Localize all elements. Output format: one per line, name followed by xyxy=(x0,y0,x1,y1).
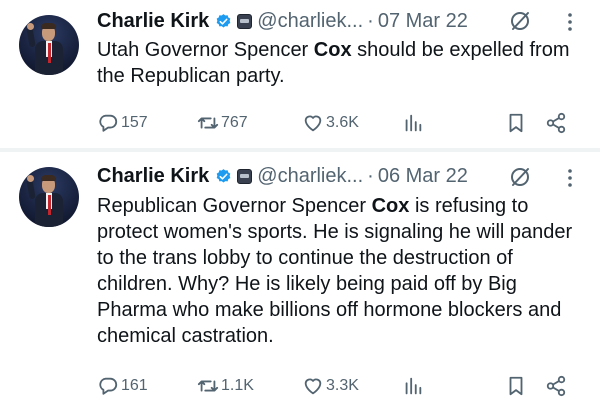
affiliate-badge-icon xyxy=(237,13,253,29)
verified-badge-icon xyxy=(216,168,231,183)
verified-badge-icon xyxy=(216,13,231,28)
share-icon xyxy=(546,375,566,397)
share-button[interactable] xyxy=(545,110,567,136)
views-button[interactable] xyxy=(402,110,424,136)
retweet-count: 1.1K xyxy=(221,377,254,394)
author-name[interactable]: Charlie Kirk xyxy=(97,165,209,188)
views-icon xyxy=(405,114,422,132)
like-icon xyxy=(304,378,322,395)
reply-icon xyxy=(99,114,118,132)
author-name[interactable]: Charlie Kirk xyxy=(97,10,209,33)
tweet[interactable]: Charlie Kirk @charliek... · 07 Mar 22 Ut… xyxy=(0,0,600,148)
tweet-date[interactable]: 07 Mar 22 xyxy=(378,10,468,33)
reply-count: 157 xyxy=(121,114,148,131)
separator: · xyxy=(367,9,374,32)
text-segment: Republican Governor Spencer xyxy=(97,195,372,217)
action-bar: 157 767 3.6K xyxy=(97,110,577,136)
author-handle[interactable]: @charliek... xyxy=(257,10,363,33)
tweet-text: Republican Governor Spencer Cox is refus… xyxy=(97,193,577,349)
avatar[interactable] xyxy=(19,15,79,75)
reply-button[interactable]: 157 xyxy=(97,110,148,136)
text-segment: Utah Governor Spencer xyxy=(97,39,314,61)
retweet-icon xyxy=(197,117,219,129)
like-count: 3.3K xyxy=(326,377,359,394)
retweet-button[interactable]: 767 xyxy=(197,110,248,136)
share-button[interactable] xyxy=(545,373,567,399)
views-icon xyxy=(405,377,422,395)
text-segment-bold: Cox xyxy=(313,39,352,61)
bookmark-button[interactable] xyxy=(505,110,527,136)
like-button[interactable]: 3.3K xyxy=(302,373,359,399)
affiliate-badge-icon xyxy=(237,168,253,184)
grok-icon[interactable] xyxy=(508,9,532,33)
reply-count: 161 xyxy=(121,377,148,394)
bookmark-icon xyxy=(509,376,523,396)
views-button[interactable] xyxy=(402,373,424,399)
like-button[interactable]: 3.6K xyxy=(302,110,359,136)
like-icon xyxy=(304,115,322,132)
tweet-header: Charlie Kirk @charliek... · 07 Mar 22 xyxy=(97,8,468,34)
action-bar: 161 1.1K 3.3K xyxy=(97,373,577,399)
more-icon[interactable] xyxy=(560,10,580,34)
grok-icon[interactable] xyxy=(508,165,532,189)
tweet-text: Utah Governor Spencer Cox should be expe… xyxy=(97,37,577,89)
reply-button[interactable]: 161 xyxy=(97,373,148,399)
bookmark-icon xyxy=(509,113,523,133)
text-segment-bold: Cox xyxy=(371,195,410,217)
separator: · xyxy=(367,164,374,187)
tweet[interactable]: Charlie Kirk @charliek... · 06 Mar 22 Re… xyxy=(0,152,600,400)
bookmark-button[interactable] xyxy=(505,373,527,399)
avatar[interactable] xyxy=(19,167,79,227)
text-segment: is refusing to protect women's sports. H… xyxy=(97,195,573,347)
more-icon[interactable] xyxy=(560,166,580,190)
tweet-header: Charlie Kirk @charliek... · 06 Mar 22 xyxy=(97,163,468,189)
author-handle[interactable]: @charliek... xyxy=(257,165,363,188)
like-count: 3.6K xyxy=(326,114,359,131)
share-icon xyxy=(546,112,566,134)
retweet-icon xyxy=(197,380,219,392)
reply-icon xyxy=(99,377,118,395)
retweet-count: 767 xyxy=(221,114,248,131)
tweet-date[interactable]: 06 Mar 22 xyxy=(378,165,468,188)
retweet-button[interactable]: 1.1K xyxy=(197,373,254,399)
